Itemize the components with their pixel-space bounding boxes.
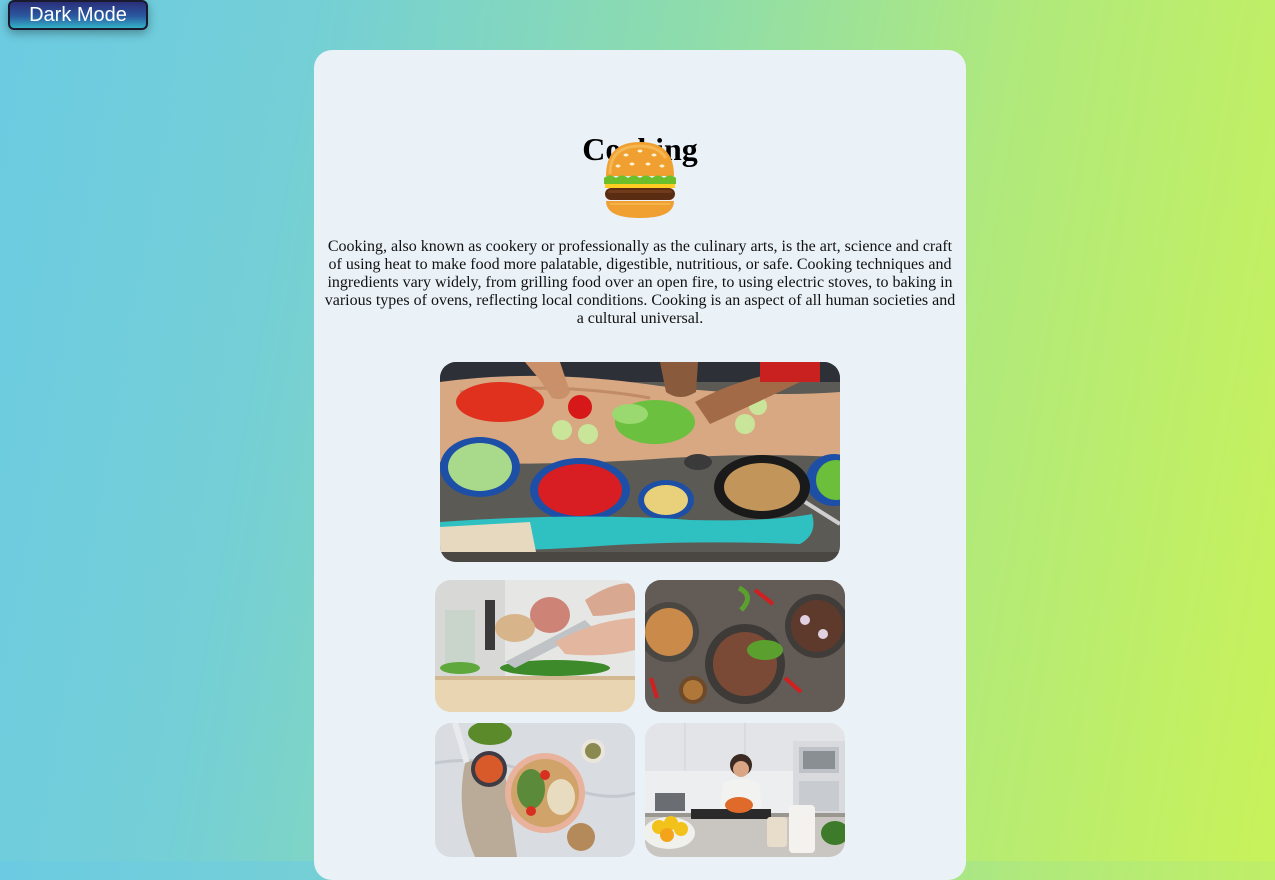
content-card: Cooking Cooking, also known as co bbox=[314, 50, 966, 880]
page-description: Cooking, also known as cookery or profes… bbox=[324, 238, 956, 327]
gallery-photo-bowls bbox=[435, 723, 635, 857]
gallery-photo-kitchen bbox=[645, 723, 845, 857]
gallery-photo-hero bbox=[440, 362, 840, 562]
gallery-photo-chopping bbox=[435, 580, 635, 712]
dark-mode-button[interactable]: Dark Mode bbox=[8, 0, 148, 30]
hamburger-emoji-icon bbox=[602, 140, 678, 220]
gallery-photo-plates bbox=[645, 580, 845, 712]
